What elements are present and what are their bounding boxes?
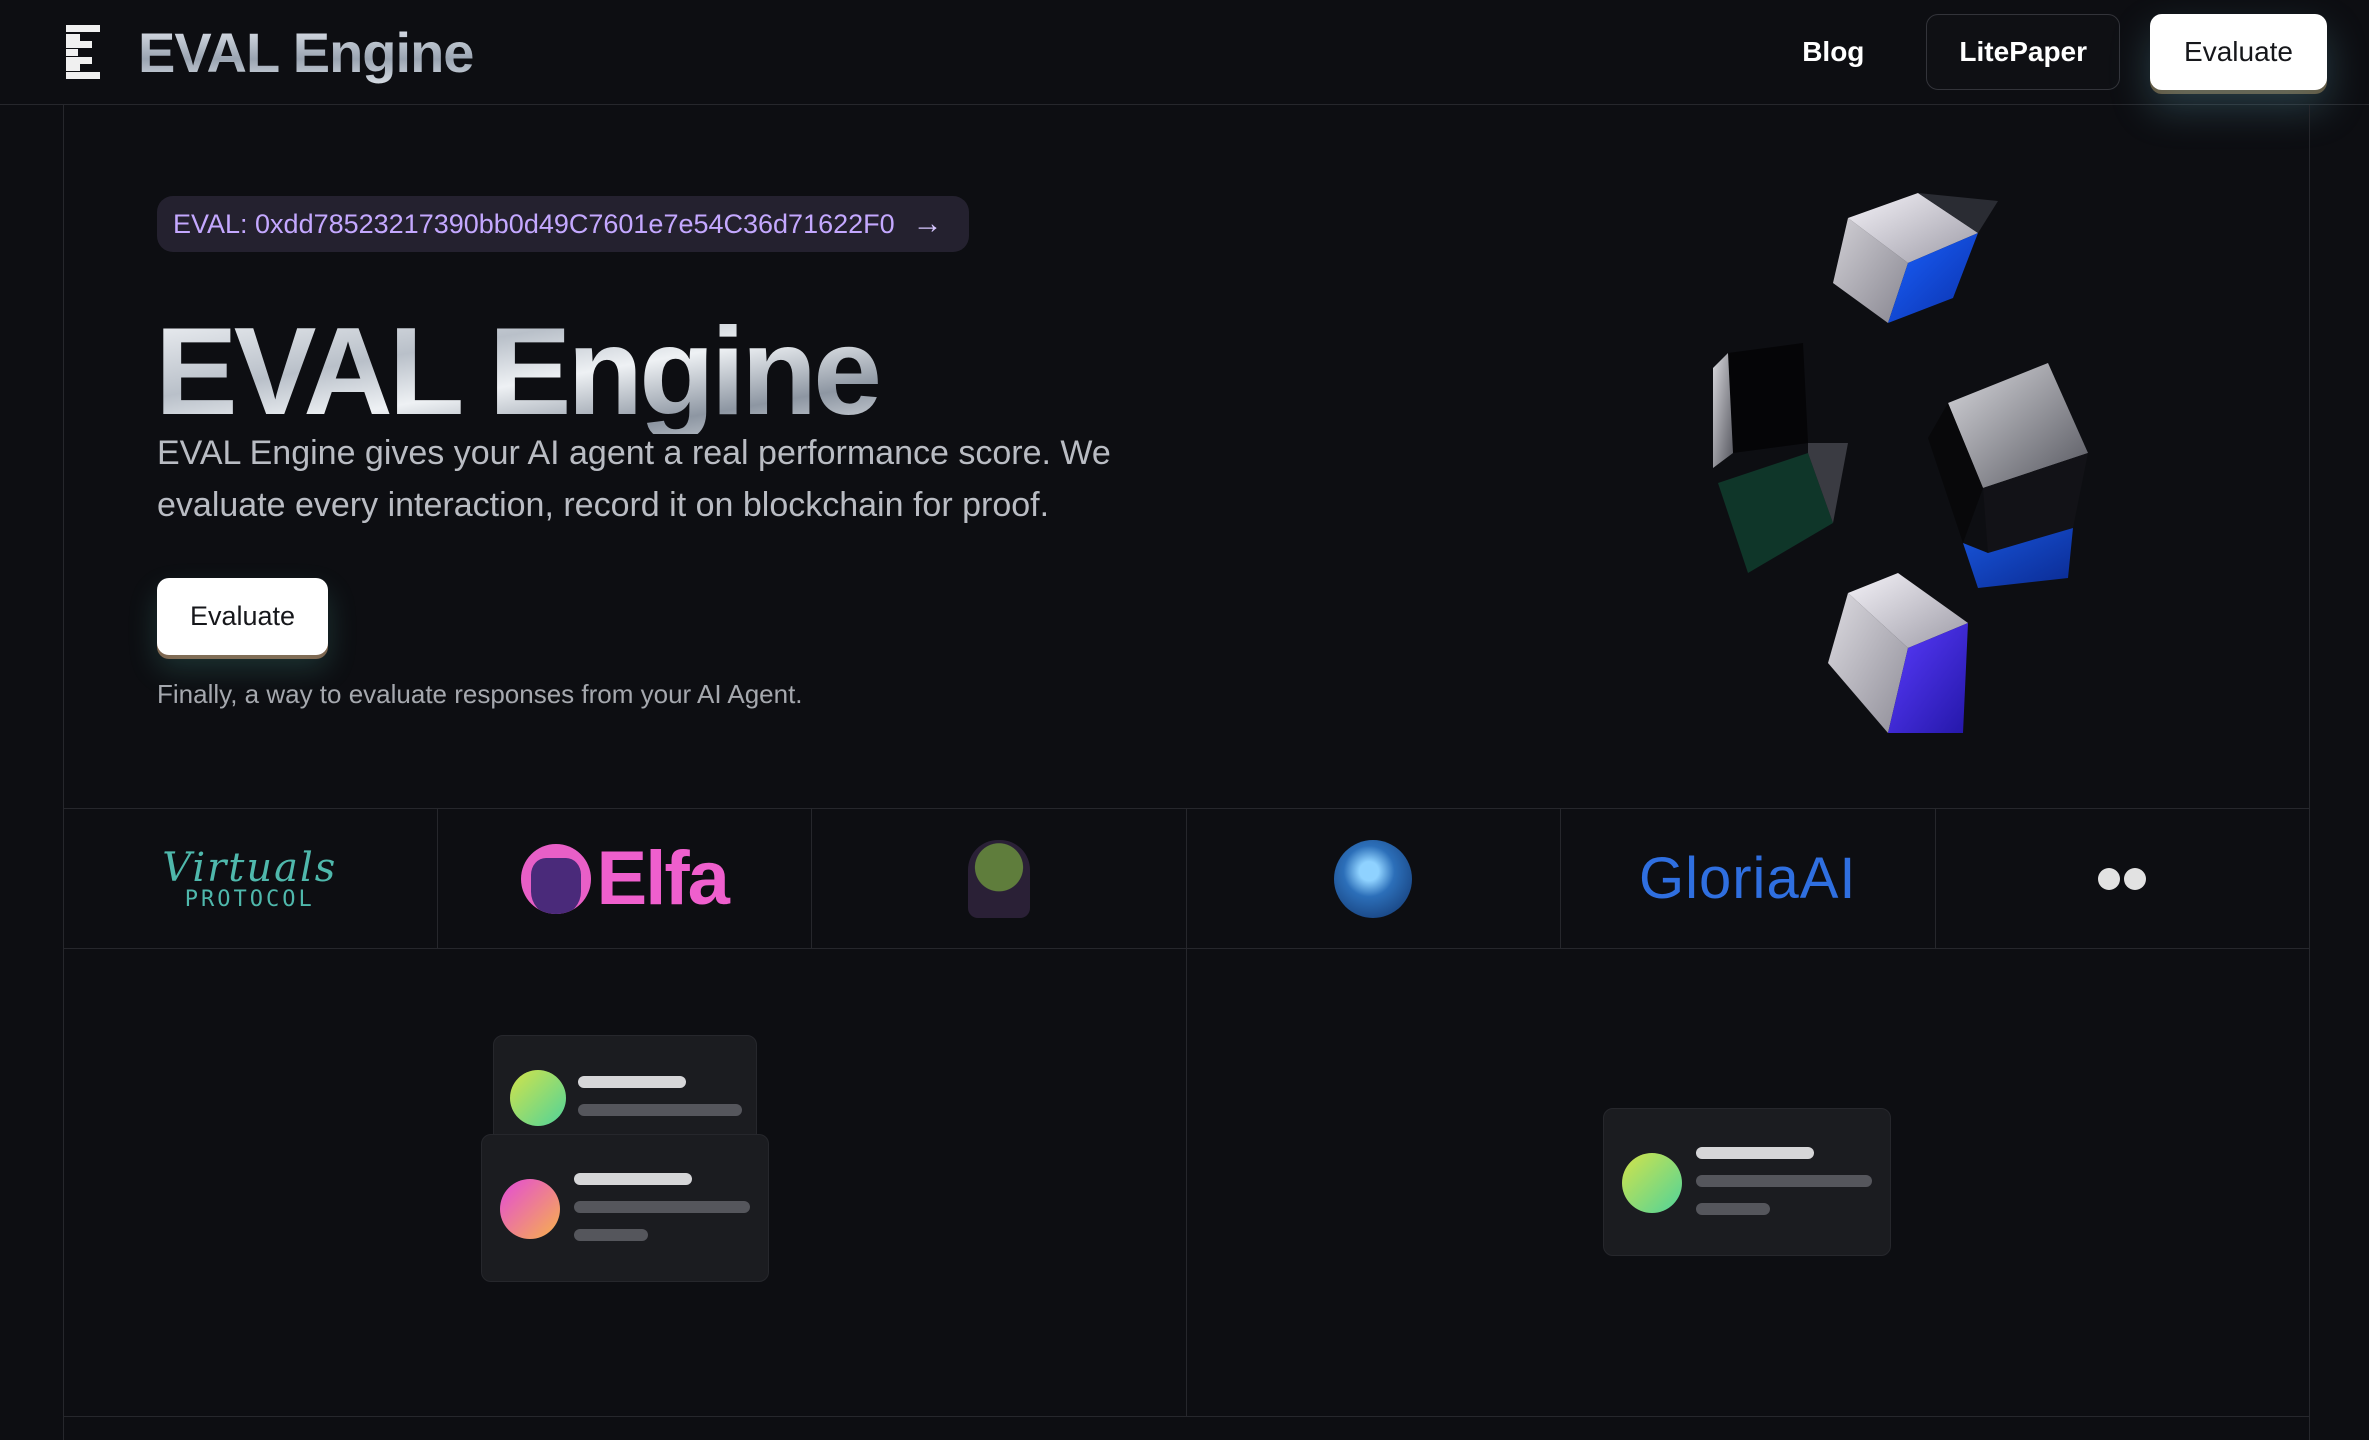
nav-evaluate-button[interactable]: Evaluate <box>2150 14 2327 90</box>
mock-text-line <box>1695 1147 1814 1159</box>
feature-previews <box>63 949 2309 1417</box>
mock-message-card-front <box>481 1134 769 1282</box>
hero-evaluate-button[interactable]: Evaluate <box>157 578 328 655</box>
partner-logos: Virtuals PROTOCOL Elfa GloriaAI <box>63 809 2309 949</box>
token-address: EVAL: 0xdd78523217390bb0d49C7601e7e54C36… <box>173 208 895 239</box>
mock-text-line <box>578 1104 742 1116</box>
blog-link[interactable]: Blog <box>1770 36 1896 68</box>
mock-text-line <box>1695 1203 1770 1215</box>
hero-section: EVAL: 0xdd78523217390bb0d49C7601e7e54C36… <box>63 105 2309 809</box>
virtuals-sub: PROTOCOL <box>184 887 315 912</box>
cubes-illustration <box>1618 193 2218 733</box>
virtuals-logo: Virtuals PROTOCOL <box>162 845 337 912</box>
mock-text-line <box>578 1076 686 1088</box>
mock-message-card-back <box>493 1035 757 1145</box>
elfa-logo: Elfa <box>520 835 730 922</box>
feature-card-right <box>1187 949 2310 1416</box>
arrow-right-icon: → <box>912 207 943 240</box>
top-navbar: EVAL Engine Blog LitePaper Evaluate <box>0 0 2369 105</box>
brand[interactable]: EVAL Engine <box>66 20 474 85</box>
gloria-logo: GloriaAI <box>1638 846 1857 911</box>
partner-frog[interactable] <box>812 809 1187 948</box>
mock-text-line <box>574 1201 750 1213</box>
feature-card-left <box>63 949 1187 1416</box>
hero-title: EVAL Engine <box>155 303 882 441</box>
brand-logo-icon <box>66 25 104 79</box>
token-address-pill[interactable]: EVAL: 0xdd78523217390bb0d49C7601e7e54C36… <box>157 196 969 252</box>
hero-note: Finally, a way to evaluate responses fro… <box>157 679 803 709</box>
dots-logo-icon <box>2098 867 2147 890</box>
partner-dots[interactable] <box>1936 809 2310 948</box>
partner-gloria[interactable]: GloriaAI <box>1561 809 1936 948</box>
partner-robot[interactable] <box>1187 809 1561 948</box>
mock-text-line <box>1695 1175 1872 1187</box>
mock-text-line <box>574 1229 648 1241</box>
brand-name: EVAL Engine <box>138 20 474 84</box>
litepaper-button[interactable]: LitePaper <box>1926 14 2121 90</box>
mock-avatar-icon <box>500 1179 560 1239</box>
mock-avatar-icon <box>1621 1153 1682 1213</box>
virtuals-script: Virtuals <box>162 845 338 891</box>
partner-elfa[interactable]: Elfa <box>438 809 812 948</box>
elfa-cat-icon <box>520 843 591 914</box>
frog-avatar-icon <box>967 839 1030 918</box>
elfa-text: Elfa <box>596 836 730 921</box>
cubes-graphic <box>1713 193 2088 733</box>
mock-text-line <box>574 1173 692 1185</box>
partner-virtuals[interactable]: Virtuals PROTOCOL <box>63 809 438 948</box>
mock-avatar-icon <box>510 1070 566 1126</box>
hero-description: EVAL Engine gives your AI agent a real p… <box>157 434 1111 524</box>
frame-border-right <box>2309 105 2310 1440</box>
robot-avatar-icon <box>1334 839 1413 918</box>
nav-actions: Blog LitePaper Evaluate <box>1770 14 2327 90</box>
mock-message-card <box>1602 1108 1891 1256</box>
